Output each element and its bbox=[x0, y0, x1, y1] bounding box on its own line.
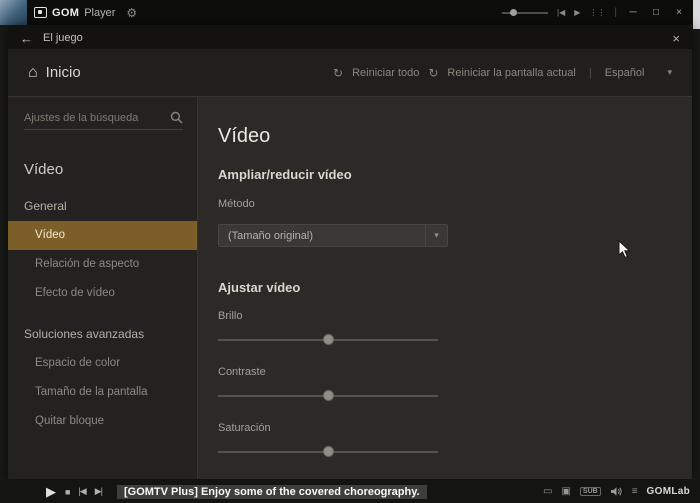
search-input[interactable] bbox=[24, 111, 170, 124]
chevron-down-icon[interactable]: ▾ bbox=[667, 67, 672, 78]
player-titlebar: GOM Player ⚙ |◀ ▶ ⋮⋮ | ─ □ × bbox=[0, 0, 700, 29]
reset-screen-button[interactable]: Reiniciar la pantalla actual bbox=[447, 67, 575, 79]
sidebar-group-label: General bbox=[24, 199, 67, 213]
app-logo: GOM Player ⚙ bbox=[34, 6, 137, 20]
sidebar-item-screen-size[interactable]: Tamaño de la pantalla bbox=[8, 378, 197, 407]
grid-icon[interactable]: ⋮⋮ bbox=[589, 8, 605, 17]
reset-screen-icon[interactable]: ↻ bbox=[428, 66, 438, 80]
stop-button[interactable]: ■ bbox=[65, 487, 71, 497]
contrast-label: Contraste bbox=[218, 366, 266, 378]
gear-icon[interactable]: ⚙ bbox=[126, 6, 137, 20]
dialog-close-icon[interactable]: × bbox=[672, 31, 680, 46]
method-label: Método bbox=[218, 198, 255, 210]
slider-thumb[interactable] bbox=[323, 334, 334, 345]
method-dropdown[interactable]: (Tamaño original) ▾ bbox=[218, 224, 448, 247]
speaker-icon[interactable] bbox=[610, 486, 623, 497]
sidebar-group-advanced: Soluciones avanzadas Espacio de color Ta… bbox=[8, 320, 197, 436]
dialog-titlebar: ← El juego × bbox=[8, 27, 692, 49]
minimize-button[interactable]: ─ bbox=[626, 7, 640, 18]
method-dropdown-value: (Tamaño original) bbox=[228, 229, 313, 242]
screen: GOM Player ⚙ |◀ ▶ ⋮⋮ | ─ □ × ← El juego … bbox=[0, 0, 700, 503]
header-actions: ↻ Reiniciar todo ↻ Reiniciar la pantalla… bbox=[333, 66, 672, 80]
marquee-text[interactable]: [GOMTV Plus] Enjoy some of the covered c… bbox=[116, 484, 427, 499]
titlebar-separator: | bbox=[614, 7, 617, 18]
gom-logo-icon bbox=[34, 7, 47, 18]
desktop-fragment-right bbox=[693, 0, 700, 29]
reset-all-icon[interactable]: ↻ bbox=[333, 66, 343, 80]
play-button[interactable]: ▶ bbox=[46, 484, 56, 500]
slider-thumb[interactable] bbox=[323, 390, 334, 401]
chevron-down-icon[interactable]: ▾ bbox=[425, 225, 447, 246]
search-icon[interactable] bbox=[170, 111, 183, 124]
gomlab-logo[interactable]: GOMLab bbox=[647, 486, 690, 497]
content-title: Vídeo bbox=[218, 125, 271, 147]
settings-content: Vídeo Ampliar/reducir vídeo Método (Tama… bbox=[198, 97, 692, 479]
subtitle-button[interactable]: SUB bbox=[579, 487, 601, 496]
logo-text-gom: GOM bbox=[52, 6, 80, 19]
brightness-slider[interactable] bbox=[218, 334, 438, 345]
page-title: Inicio bbox=[45, 64, 81, 81]
reset-all-button[interactable]: Reiniciar todo bbox=[352, 67, 419, 79]
dialog-body: Vídeo General Vídeo Relación de aspecto … bbox=[8, 97, 692, 479]
maximize-button[interactable]: □ bbox=[649, 7, 663, 18]
dialog-header: ⌂ Inicio ↻ Reiniciar todo ↻ Reiniciar la… bbox=[8, 49, 692, 97]
adjust-section-title: Ajustar vídeo bbox=[218, 280, 301, 295]
header-separator: | bbox=[588, 66, 592, 79]
home-icon[interactable]: ⌂ bbox=[28, 64, 38, 82]
capture-icon[interactable]: ▣ bbox=[561, 486, 570, 497]
dialog-back-label[interactable]: El juego bbox=[43, 32, 83, 44]
contrast-slider[interactable] bbox=[218, 390, 438, 401]
sidebar-group-label: Soluciones avanzadas bbox=[24, 327, 145, 341]
saturation-label: Saturación bbox=[218, 422, 271, 434]
slider-thumb[interactable] bbox=[323, 446, 334, 457]
language-select[interactable]: Español bbox=[605, 67, 645, 79]
saturation-slider[interactable] bbox=[218, 446, 438, 457]
sidebar-item-remove-block[interactable]: Quitar bloque bbox=[8, 407, 197, 436]
brightness-label: Brillo bbox=[218, 310, 243, 322]
playlist-icon[interactable]: ≡ bbox=[632, 486, 638, 497]
sidebar-item-video[interactable]: Vídeo bbox=[8, 221, 197, 250]
titlebar-controls: |◀ ▶ ⋮⋮ | ─ □ × bbox=[502, 0, 686, 25]
player-bottombar: ▶ ■ |◀ ▶| [GOMTV Plus] Enjoy some of the… bbox=[0, 480, 700, 503]
mini-seekbar[interactable] bbox=[502, 8, 548, 16]
settings-dialog: ← El juego × ⌂ Inicio ↻ Reiniciar todo ↻… bbox=[8, 27, 692, 479]
search-row bbox=[24, 111, 183, 130]
screen-mode-icon[interactable]: ▭ bbox=[543, 486, 552, 497]
sidebar-item-color-space[interactable]: Espacio de color bbox=[8, 349, 197, 378]
sidebar-section-title: Vídeo bbox=[24, 161, 64, 178]
sidebar-item-video-effect[interactable]: Efecto de vídeo bbox=[8, 279, 197, 308]
logo-text-player: Player bbox=[84, 6, 116, 19]
close-window-button[interactable]: × bbox=[672, 7, 686, 18]
prev-mini-icon[interactable]: |◀ bbox=[557, 8, 565, 17]
previous-button[interactable]: |◀ bbox=[78, 486, 86, 497]
next-button[interactable]: ▶| bbox=[95, 486, 103, 497]
sidebar-item-aspect-ratio[interactable]: Relación de aspecto bbox=[8, 250, 197, 279]
zoom-section-title: Ampliar/reducir vídeo bbox=[218, 167, 352, 182]
play-mini-icon[interactable]: ▶ bbox=[574, 8, 580, 17]
settings-sidebar: Vídeo General Vídeo Relación de aspecto … bbox=[8, 97, 198, 479]
sidebar-group-general: General Vídeo Relación de aspecto Efecto… bbox=[8, 192, 197, 308]
desktop-fragment bbox=[0, 0, 27, 25]
back-icon[interactable]: ← bbox=[20, 31, 33, 46]
